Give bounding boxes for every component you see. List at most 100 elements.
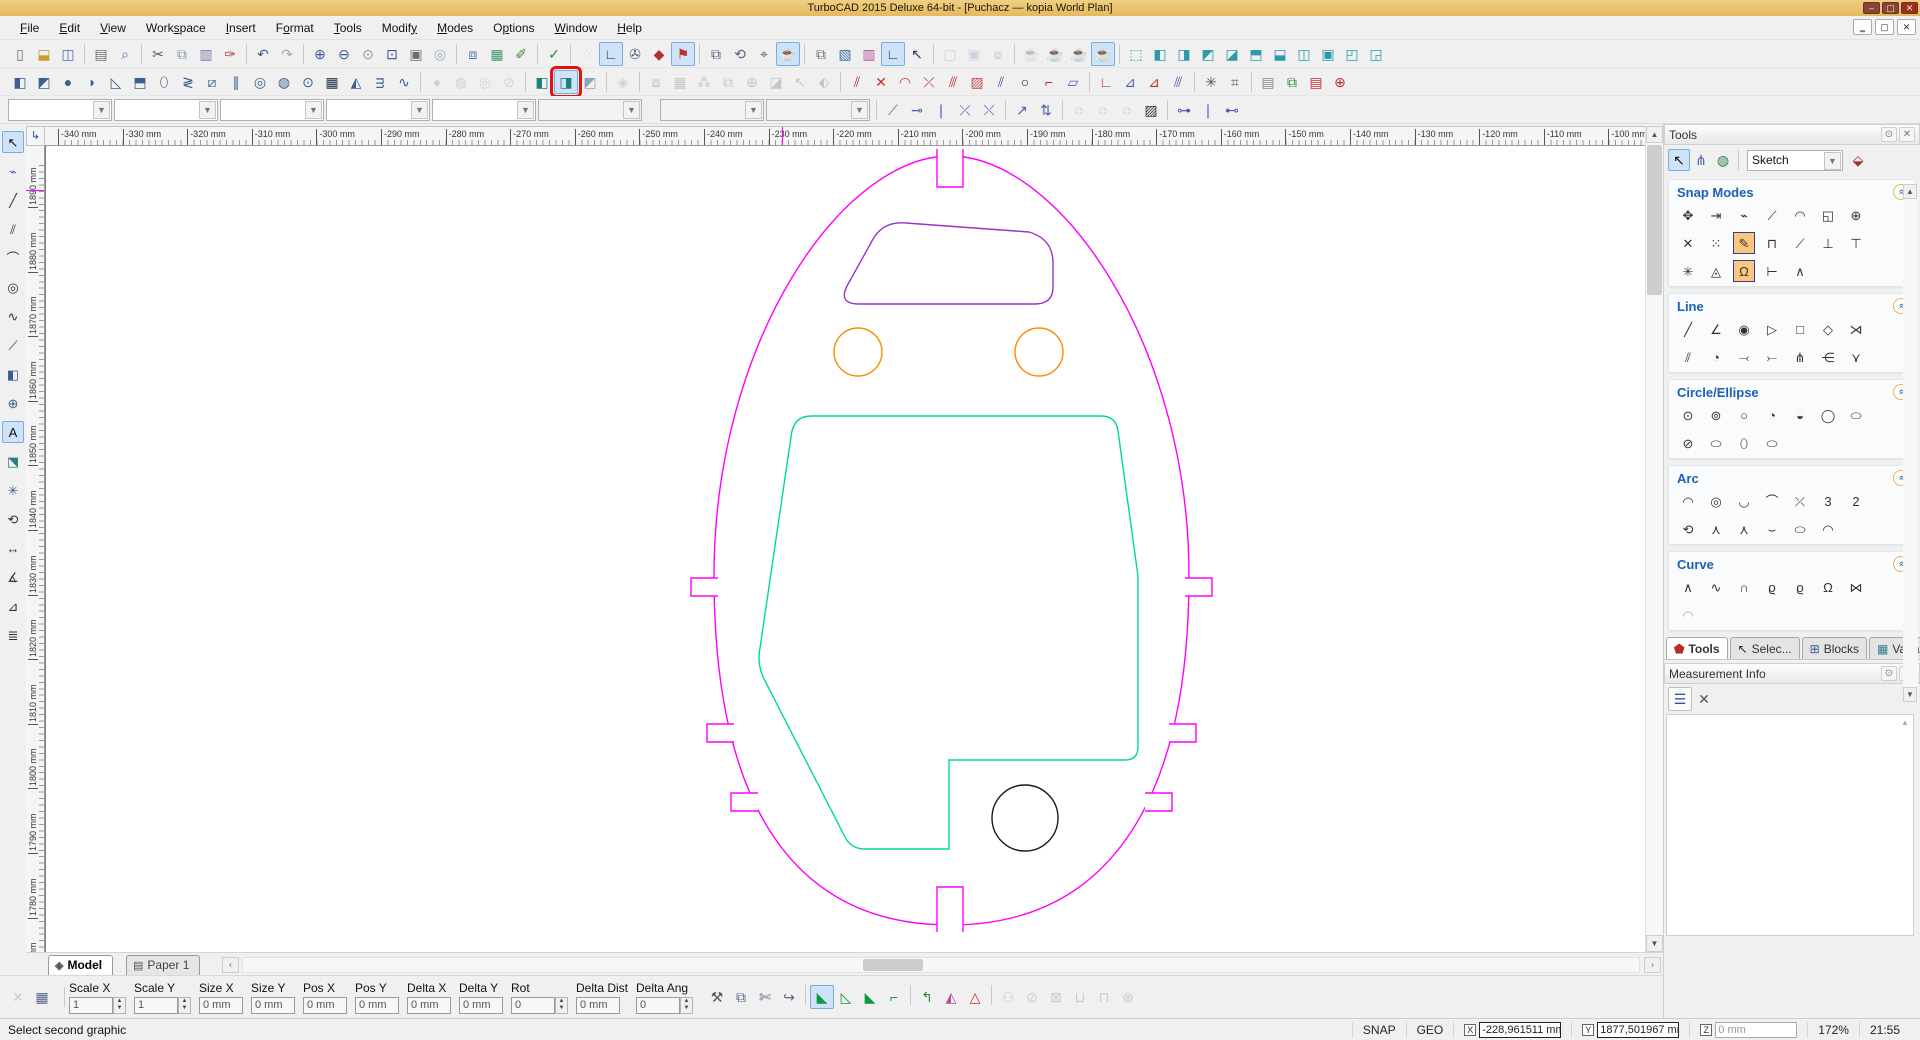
property-combo-6[interactable]: ▼: [538, 99, 642, 121]
ellipse-dash1-icon[interactable]: ◌: [1067, 98, 1091, 122]
tab-tools[interactable]: ⬟Tools: [1666, 637, 1728, 659]
group-copy-icon[interactable]: ⧇: [644, 70, 668, 94]
arc-123-icon[interactable]: 3: [1817, 490, 1839, 512]
tab-model[interactable]: ◈Model: [48, 955, 113, 975]
sphere-grey2-icon[interactable]: ◍: [449, 70, 473, 94]
curve-spiral-icon[interactable]: ϱ: [1761, 576, 1783, 598]
menu-window[interactable]: Window: [545, 18, 608, 38]
line-wedge-icon[interactable]: ⋎: [1845, 346, 1867, 368]
drawing-canvas[interactable]: [45, 146, 1645, 952]
arc-perp-icon[interactable]: ⋏: [1733, 518, 1755, 540]
chevron-down-icon[interactable]: ▼: [305, 101, 322, 119]
node-updown-icon[interactable]: ⇅: [1034, 98, 1058, 122]
sketch-mode-icon[interactable]: ◆: [647, 42, 671, 66]
camera-icon[interactable]: ⌖: [752, 42, 776, 66]
snap-burst-icon[interactable]: ✳: [1677, 260, 1699, 282]
facet-icon[interactable]: ◈: [611, 70, 635, 94]
sphere-grey1-icon[interactable]: ●: [425, 70, 449, 94]
corner-l-icon[interactable]: ∟: [1094, 70, 1118, 94]
snap-divide-icon[interactable]: ◬: [1705, 260, 1727, 282]
zoom-out-icon[interactable]: ⊖: [332, 42, 356, 66]
hemisphere-icon[interactable]: ◗: [80, 70, 104, 94]
snap-quadrant-icon[interactable]: ⊕: [1845, 204, 1867, 226]
box-3d-icon[interactable]: ◧: [8, 70, 32, 94]
menu-options[interactable]: Options: [483, 18, 544, 38]
line-perpendicular-icon[interactable]: ⋊: [1845, 318, 1867, 340]
arc-132-icon[interactable]: 2: [1845, 490, 1867, 512]
bottom-slot[interactable]: [937, 887, 963, 932]
line-branch-icon[interactable]: ⋲: [1817, 346, 1839, 368]
menu-tools[interactable]: Tools: [324, 18, 372, 38]
spinner[interactable]: ▲▼: [555, 997, 568, 1014]
curve-spline-icon[interactable]: ∿: [1705, 576, 1727, 598]
hole-left[interactable]: [834, 328, 882, 376]
ellipse-fixed-icon[interactable]: ⬯: [1733, 432, 1755, 454]
iso-view-8-icon[interactable]: ◫: [1292, 42, 1316, 66]
extrude-icon[interactable]: ≷: [176, 70, 200, 94]
break-icon[interactable]: ⤫: [917, 70, 941, 94]
line-tool-icon[interactable]: ╱: [2, 189, 24, 211]
scatter-icon[interactable]: ⁂: [692, 70, 716, 94]
edit-flag-icon[interactable]: ⚑: [671, 42, 695, 66]
vertical-ruler[interactable]: 1890 mm1880 mm1870 mm1860 mm1850 mm1840 …: [26, 146, 45, 952]
dim-angle-icon[interactable]: ∡: [2, 566, 24, 588]
color-bars-icon[interactable]: ▥: [857, 42, 881, 66]
palette-scroll-up-arrow[interactable]: ▲: [1903, 184, 1917, 199]
copy-entity-icon[interactable]: ⧉: [704, 42, 728, 66]
wedge-icon[interactable]: ◺: [104, 70, 128, 94]
meet-icon[interactable]: ✕: [869, 70, 893, 94]
line-polygon-icon[interactable]: ◉: [1733, 318, 1755, 340]
right-tab-2[interactable]: [1169, 724, 1196, 742]
vertex-box-icon[interactable]: ◩: [32, 70, 56, 94]
shrink-icon[interactable]: ⫻: [941, 70, 965, 94]
panel-globe-icon[interactable]: ◍: [1712, 149, 1734, 171]
insert-picture-icon[interactable]: ▦: [485, 42, 509, 66]
iso-view-1-icon[interactable]: ⬚: [1124, 42, 1148, 66]
insp-wrench-icon[interactable]: ⚒: [705, 985, 729, 1009]
boolean-add-icon[interactable]: ◧: [530, 70, 554, 94]
line-bisector-icon[interactable]: ⋔: [1789, 346, 1811, 368]
chevron-down-icon[interactable]: ▼: [851, 101, 868, 119]
node-cross1-icon[interactable]: ⤫: [953, 98, 977, 122]
field-input[interactable]: 0 mm: [576, 997, 620, 1014]
text-3d-icon[interactable]: ᴟ: [368, 70, 392, 94]
z-coordinate-field[interactable]: 0 mm: [1715, 1022, 1797, 1038]
render-quality-icon[interactable]: ☕: [1091, 42, 1115, 66]
iso-view-9-icon[interactable]: ▣: [1316, 42, 1340, 66]
dim-horizontal-icon[interactable]: ↔: [2, 537, 24, 559]
boolean-intersect-icon[interactable]: ◩: [578, 70, 602, 94]
menu-view[interactable]: View: [90, 18, 136, 38]
snap-intersection-icon[interactable]: ✕: [1677, 232, 1699, 254]
parallel-mod-icon[interactable]: ⫽: [989, 70, 1013, 94]
iso-view-3-icon[interactable]: ◨: [1172, 42, 1196, 66]
point-tool-icon[interactable]: ⌁: [2, 160, 24, 182]
close-button[interactable]: ✕: [1901, 2, 1918, 14]
tab-blocks[interactable]: ⊞Blocks: [1802, 637, 1867, 659]
arc-elliptical-icon[interactable]: ⬭: [1789, 518, 1811, 540]
disc-icon[interactable]: ⊙: [296, 70, 320, 94]
point-c-icon[interactable]: ⊷: [1220, 98, 1244, 122]
select-tool-icon[interactable]: ↖: [2, 131, 24, 153]
workplane-axes-icon[interactable]: ∟: [599, 42, 623, 66]
field-input[interactable]: 0 mm: [459, 997, 503, 1014]
spinner[interactable]: ▲▼: [113, 997, 126, 1014]
leader-mod-icon[interactable]: ⌐: [1037, 70, 1061, 94]
snap-burst-icon[interactable]: ✳: [1199, 70, 1223, 94]
node-diag-icon[interactable]: ↗: [1010, 98, 1034, 122]
horizontal-scroll-thumb[interactable]: [863, 959, 923, 971]
line-rotated-rect-icon[interactable]: ◇: [1817, 318, 1839, 340]
vertical-scroll-thumb[interactable]: [1647, 145, 1662, 295]
arc-three-point-icon[interactable]: ⌒: [1761, 490, 1783, 512]
fillet-arc-icon[interactable]: ◠: [893, 70, 917, 94]
pick-icon[interactable]: ↖: [788, 70, 812, 94]
no2-grey-icon[interactable]: ⊗: [1116, 985, 1140, 1009]
zoom-selection-icon[interactable]: ⊙: [356, 42, 380, 66]
cup2-grey-icon[interactable]: ⊓: [1092, 985, 1116, 1009]
circle-triple-point-icon[interactable]: ◔: [1761, 404, 1783, 426]
copy-icon[interactable]: ⧉: [170, 42, 194, 66]
render-wire-icon[interactable]: ☕: [1019, 42, 1043, 66]
format-painter-icon[interactable]: ✑: [218, 42, 242, 66]
menu-help[interactable]: Help: [607, 18, 652, 38]
dim-triangle-icon[interactable]: ⊿: [2, 595, 24, 617]
left-tab-3[interactable]: [731, 793, 758, 811]
